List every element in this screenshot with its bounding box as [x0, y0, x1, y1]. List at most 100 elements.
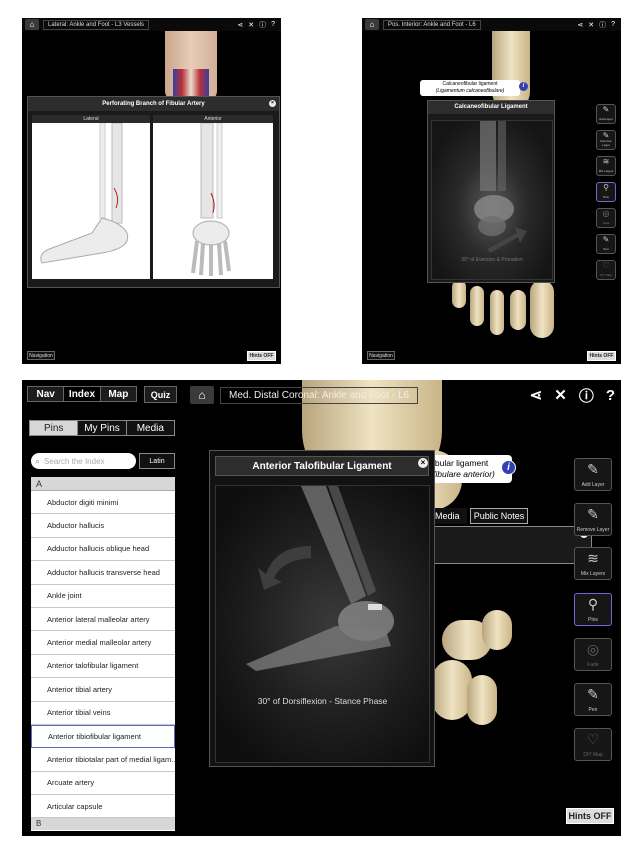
screenshot-index-view: Nav Index Map Quiz Pins My Pins Media ⌕ … — [22, 380, 621, 836]
tab-map[interactable]: Map — [101, 387, 136, 401]
diy-map-label: DIY Map — [600, 273, 612, 277]
top-nav-tabs: Nav Index Map — [27, 386, 137, 402]
index-item[interactable]: Anterior lateral malleolar artery — [31, 607, 175, 632]
pins-button[interactable]: ⚲ Pins — [596, 182, 616, 202]
index-item[interactable]: Anterior tibial artery — [31, 678, 175, 702]
tibia-bone[interactable] — [492, 31, 530, 111]
help-icon[interactable]: ? — [611, 21, 615, 28]
close-icon[interactable]: × — [418, 458, 428, 468]
index-item[interactable]: Anterior medial malleolar artery — [31, 631, 175, 655]
mix-layers-button[interactable]: ≋ Mix Layers — [596, 156, 616, 176]
toe-bone-5[interactable] — [530, 280, 554, 338]
index-item[interactable]: Anterior tibial veins — [31, 701, 175, 725]
tab-media[interactable]: Media — [126, 421, 174, 435]
tab-my-pins[interactable]: My Pins — [77, 421, 127, 435]
pen-label: Pen — [603, 247, 609, 251]
tab-public-notes[interactable]: Public Notes — [470, 508, 528, 524]
search-box[interactable]: ⌕ Search the Index — [31, 453, 136, 469]
index-item[interactable]: Articular capsule — [31, 795, 175, 819]
metatarsal-3[interactable] — [467, 675, 497, 725]
diy-map-button[interactable]: ♡ DIY Map — [574, 728, 612, 761]
pen-icon: ✎ — [587, 686, 599, 702]
index-item[interactable]: Abductor hallucis — [31, 514, 175, 538]
home-icon: ⌂ — [198, 388, 206, 402]
mix-layers-button[interactable]: ≋ Mix Layers — [574, 547, 612, 580]
hints-toggle[interactable]: Hints OFF — [587, 351, 616, 361]
index-item[interactable]: Adductor hallucis transverse head — [31, 561, 175, 585]
share-icon[interactable]: ⋖ — [237, 21, 243, 29]
leg-model[interactable] — [165, 31, 217, 101]
tools-icon[interactable]: ✕ — [248, 21, 254, 29]
heart-icon: ♡ — [602, 261, 610, 270]
pen-button[interactable]: ✎ Pen — [574, 683, 612, 716]
diy-map-button[interactable]: ♡ DIY Map — [596, 260, 616, 280]
toe-bone-3[interactable] — [490, 290, 504, 335]
lateral-view-image — [32, 122, 150, 279]
breadcrumb[interactable]: Med. Distal Coronal: Ankle and Foot - L6 — [220, 386, 419, 404]
toe-bone-1[interactable] — [452, 280, 466, 308]
metatarsal-4[interactable] — [482, 610, 512, 650]
tab-index[interactable]: Index — [63, 387, 101, 401]
index-item[interactable]: Anterior talofibular ligament — [31, 654, 175, 679]
metatarsal-2[interactable] — [432, 660, 472, 720]
info-icon[interactable]: i — [519, 82, 528, 91]
pins-button[interactable]: ⚲ Pins — [574, 593, 612, 626]
index-list[interactable]: A Abductor digiti minimi Abductor halluci… — [31, 477, 175, 831]
info-icon[interactable]: ⓘ — [599, 20, 606, 30]
popup-title: Calcaneofibular Ligament — [428, 101, 554, 114]
breadcrumb[interactable]: Pos. Interior: Ankle and Foot - L6 — [383, 19, 481, 30]
index-item[interactable]: Adductor hallucis oblique head — [31, 537, 175, 562]
index-item[interactable]: Arcuate artery — [31, 771, 175, 796]
index-item[interactable]: Abductor digiti minimi — [31, 491, 175, 515]
fade-button[interactable]: ◎ Fade — [574, 638, 612, 671]
help-icon[interactable]: ? — [271, 21, 275, 28]
index-item[interactable]: Ankle joint — [31, 584, 175, 608]
xray-image: 30° of Dorsiflexion - Stance Phase — [215, 485, 430, 763]
layers-icon: ≋ — [602, 157, 610, 166]
anterior-view-image — [153, 122, 273, 279]
pin-label[interactable]: Calcaneofibular ligament (Ligamentum cal… — [420, 80, 520, 96]
home-button[interactable]: ⌂ — [190, 386, 214, 404]
latin-toggle[interactable]: Latin — [139, 453, 175, 469]
close-icon[interactable]: × — [269, 100, 276, 107]
index-item[interactable]: Anterior tibiofibular ligament — [31, 724, 175, 749]
toe-bone-4[interactable] — [510, 290, 526, 330]
search-input[interactable]: Search the Index — [44, 457, 104, 466]
viewer-area[interactable]: ibular ligament fibulare anterior) i Med… — [182, 380, 621, 836]
remove-layer-button[interactable]: ✎ Remove Layer — [574, 503, 612, 536]
popup-title: Anterior Talofibular Ligament — [215, 456, 429, 476]
hints-toggle[interactable]: Hints OFF — [247, 351, 276, 361]
index-item[interactable]: Anterior tibiotalar part of medial ligam… — [31, 748, 175, 772]
fade-button[interactable]: ◎ Fade — [596, 208, 616, 228]
navigation-button[interactable]: Navigation — [27, 351, 55, 360]
add-layer-icon: ✎ — [602, 105, 610, 114]
help-icon[interactable]: ? — [606, 387, 615, 404]
add-layer-label: Add Layer — [581, 482, 605, 488]
tab-pins[interactable]: Pins — [30, 421, 78, 435]
artery-popup: Perforating Branch of Fibular Artery × L… — [27, 96, 280, 288]
quiz-button[interactable]: Quiz — [144, 386, 177, 403]
info-icon[interactable]: i — [501, 460, 516, 475]
tab-nav[interactable]: Nav — [28, 387, 63, 401]
fade-icon: ◎ — [586, 641, 600, 657]
remove-layer-button[interactable]: ✎ Remove Layer — [596, 130, 616, 150]
add-layer-button[interactable]: ✎ Add Layer — [596, 104, 616, 124]
home-button[interactable]: ⌂ — [25, 19, 39, 30]
toe-bone-2[interactable] — [470, 286, 484, 326]
share-icon[interactable]: ⋖ — [530, 386, 543, 404]
heart-icon: ♡ — [586, 731, 600, 747]
search-icon: ⌕ — [35, 455, 41, 466]
add-layer-button[interactable]: ✎ Add Layer — [574, 458, 612, 491]
hints-toggle[interactable]: Hints OFF — [566, 808, 614, 824]
tools-icon[interactable]: ✕ — [554, 386, 567, 404]
popup-title: Perforating Branch of Fibular Artery — [28, 97, 279, 111]
info-icon[interactable]: ⓘ — [259, 20, 266, 30]
pen-button[interactable]: ✎ Pen — [596, 234, 616, 254]
pin-label[interactable]: ibular ligament fibulare anterior) — [427, 455, 512, 483]
share-icon[interactable]: ⋖ — [577, 21, 583, 29]
home-button[interactable]: ⌂ — [365, 19, 379, 30]
tools-icon[interactable]: ✕ — [588, 21, 594, 29]
navigation-button[interactable]: Navigation — [367, 351, 395, 360]
info-icon[interactable]: ⓘ — [579, 385, 594, 406]
breadcrumb[interactable]: Lateral: Ankle and Foot - L3 Vessels — [43, 19, 150, 30]
